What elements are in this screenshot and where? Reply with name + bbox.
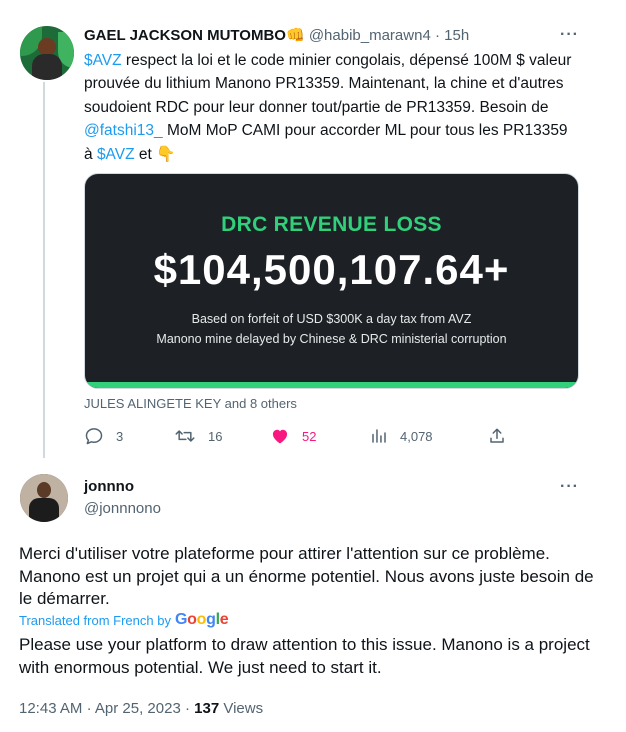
tweet1-text-part: et 👇 xyxy=(134,145,176,163)
views-icon xyxy=(370,427,388,445)
translated-by-label[interactable]: Translated from French by Google xyxy=(19,611,229,629)
like-button[interactable]: 52 xyxy=(270,424,316,448)
tweet2-original-text: Merci d'utiliser votre plateforme pour a… xyxy=(19,544,594,608)
google-letter: g xyxy=(206,611,216,628)
reply-count: 3 xyxy=(116,428,124,444)
tweet1-text: $AVZ respect la loi et le code minier co… xyxy=(84,49,580,166)
tweet1-header: GAEL JACKSON MUTOMBO👊 @habib_marawn4 · 1… xyxy=(84,26,469,46)
dot-separator: · xyxy=(434,27,440,44)
dot-separator: · xyxy=(86,700,92,717)
cashtag-link[interactable]: $AVZ xyxy=(97,146,135,163)
share-button[interactable] xyxy=(488,424,506,448)
tweet1-text-part: respect la loi et le code minier congola… xyxy=(84,52,572,116)
tweet2-author-name[interactable]: jonnno xyxy=(84,478,134,495)
avatar-gael[interactable] xyxy=(20,26,74,80)
tweet2-views-label: Views xyxy=(223,700,264,717)
views-button[interactable]: 4,078 xyxy=(370,424,433,448)
reply-button[interactable]: 3 xyxy=(84,424,123,448)
more-icon[interactable]: ··· xyxy=(560,478,579,496)
tweet2-views-count[interactable]: 137 xyxy=(194,700,219,717)
tweet2-date[interactable]: Apr 25, 2023 xyxy=(95,700,181,717)
card-title: DRC REVENUE LOSS xyxy=(221,213,442,236)
avatar-body xyxy=(32,54,62,80)
google-letter: e xyxy=(219,611,229,628)
reply-icon xyxy=(84,426,104,446)
heart-icon xyxy=(270,426,290,446)
dot-separator: · xyxy=(184,700,190,717)
card-accent-bar xyxy=(85,382,578,388)
translated-label-text: Translated from French by xyxy=(19,612,171,628)
retweet-button[interactable]: 16 xyxy=(174,424,222,448)
avatar-body xyxy=(29,498,59,522)
liked-by-text[interactable]: JULES ALINGETE KEY and 8 others xyxy=(84,396,297,411)
google-letter: o xyxy=(187,611,197,628)
thread-connector-line xyxy=(43,82,45,458)
mention-link[interactable]: @fatshi13_ xyxy=(84,122,163,139)
retweet-count: 16 xyxy=(208,428,223,444)
card-subtitle-1: Based on forfeit of USD $300K a day tax … xyxy=(191,312,472,326)
like-count: 52 xyxy=(302,428,317,444)
tweet2-author-handle[interactable]: @jonnnono xyxy=(84,500,161,517)
avatar-head xyxy=(37,482,51,498)
google-logo: Google xyxy=(174,611,229,629)
avatar-jonnno[interactable] xyxy=(20,474,68,522)
tweet1-timestamp[interactable]: 15h xyxy=(444,27,469,44)
google-letter: o xyxy=(196,611,207,628)
more-icon[interactable]: ··· xyxy=(560,26,579,44)
tweet2-translation-text: Please use your platform to draw attenti… xyxy=(19,635,590,677)
tweet1-action-bar: 3 16 52 4,078 xyxy=(84,424,504,448)
tweet2-time[interactable]: 12:43 AM xyxy=(19,700,82,717)
tweet1-author-name[interactable]: GAEL JACKSON MUTOMBO xyxy=(84,27,286,44)
tweet2-metadata: 12:43 AM · Apr 25, 2023 · 137 Views xyxy=(19,700,263,717)
fist-emoji: 👊 xyxy=(285,27,305,44)
card-amount: $104,500,107.64+ xyxy=(153,246,510,293)
card-subtitle-2: Manono mine delayed by Chinese & DRC min… xyxy=(156,332,507,346)
share-icon xyxy=(488,427,506,445)
media-card[interactable]: DRC REVENUE LOSS $104,500,107.64+ Based … xyxy=(84,173,579,389)
cashtag-link[interactable]: $AVZ xyxy=(84,52,122,69)
google-letter: G xyxy=(174,611,188,628)
tweet1-author-handle[interactable]: @habib_marawn4 xyxy=(309,27,431,44)
retweet-icon xyxy=(174,426,196,446)
views-count: 4,078 xyxy=(400,428,433,444)
